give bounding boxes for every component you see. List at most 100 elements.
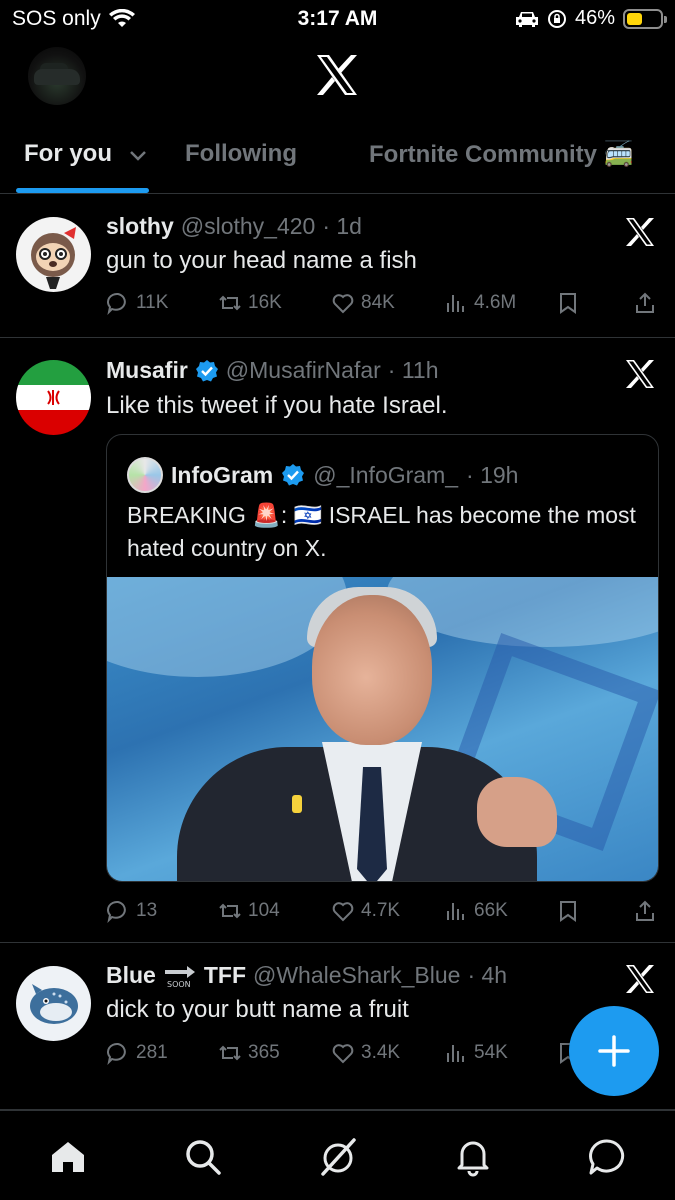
iran-flag-avatar-image	[16, 360, 91, 435]
view-count: 4.6M	[474, 292, 517, 313]
share-icon[interactable]	[633, 899, 657, 923]
active-tab-indicator	[16, 188, 149, 193]
analytics-icon	[447, 295, 464, 312]
avatar[interactable]	[16, 217, 91, 292]
tab-for-you[interactable]: For you	[24, 140, 149, 168]
like-button[interactable]: 84K	[331, 291, 395, 315]
like-button[interactable]: 4.7K	[331, 899, 400, 923]
grok-x-icon[interactable]	[625, 964, 655, 994]
svg-text:SOON: SOON	[167, 980, 191, 988]
post-header: Musafir @MusafirNafar · 11h	[106, 357, 439, 384]
compose-button[interactable]	[569, 1006, 659, 1096]
profile-avatar[interactable]	[28, 47, 86, 105]
car-icon	[515, 11, 538, 27]
sloth-avatar-image	[31, 227, 76, 289]
views-button[interactable]: 54K	[444, 1041, 508, 1065]
analytics-icon	[447, 903, 464, 920]
repost-button[interactable]: 365	[218, 1041, 280, 1065]
reply-button[interactable]: 11K	[106, 291, 168, 315]
view-count: 66K	[474, 900, 508, 921]
battery-icon	[623, 8, 667, 29]
tab-following[interactable]: Following	[185, 140, 297, 168]
post-time: · 1d	[322, 213, 362, 239]
avatar[interactable]	[16, 966, 91, 1041]
post-actions: 13 104 4.7K 66K	[106, 899, 658, 929]
tab-fortnite-community[interactable]: Fortnite Community 🚎	[369, 140, 634, 169]
grok-icon[interactable]	[318, 1137, 358, 1177]
author-name[interactable]: slothy	[106, 213, 174, 240]
post-header: Blue SOON TFF @WhaleShark_Blue · 4h	[106, 962, 507, 989]
photo-hand	[477, 777, 557, 847]
post-actions: 11K 16K 84K 4.6M	[106, 291, 658, 321]
view-count: 54K	[474, 1042, 508, 1063]
bookmark-icon[interactable]	[556, 291, 580, 315]
heart-icon	[332, 902, 354, 922]
quote-header: InfoGram @_InfoGram_ · 19h	[127, 457, 518, 493]
author-handle[interactable]: @slothy_420	[181, 213, 316, 240]
post-time: · 4h	[467, 962, 508, 988]
like-count: 4.7K	[361, 900, 401, 921]
quote-text: BREAKING 🚨: 🇮🇱 ISRAEL has become the mos…	[127, 502, 636, 561]
verified-badge-icon	[282, 464, 305, 486]
search-icon[interactable]	[183, 1137, 223, 1177]
soon-arrow-emoji-icon: SOON	[164, 965, 195, 988]
repost-icon	[219, 1045, 241, 1061]
orientation-lock-icon	[547, 9, 566, 28]
grok-x-icon[interactable]	[625, 217, 655, 247]
grok-x-icon[interactable]	[625, 359, 655, 389]
battery-fill	[627, 12, 642, 25]
analytics-icon	[447, 1045, 464, 1062]
author-name[interactable]: Musafir	[106, 357, 188, 384]
author-name[interactable]: Blue	[106, 962, 156, 989]
share-icon[interactable]	[633, 291, 657, 315]
reply-icon	[107, 900, 126, 923]
plus-icon	[598, 1035, 630, 1067]
author-handle[interactable]: @WhaleShark_Blue	[253, 962, 460, 989]
photo-face	[312, 595, 432, 745]
post-text: gun to your head name a fish	[106, 247, 417, 274]
post-slothy[interactable]: slothy @slothy_420 · 1d gun to your head…	[0, 195, 675, 338]
like-count: 3.4K	[361, 1042, 401, 1063]
like-button[interactable]: 3.4K	[331, 1041, 400, 1065]
reply-count: 11K	[136, 292, 169, 313]
home-icon[interactable]	[48, 1137, 88, 1177]
author-handle[interactable]: @MusafirNafar	[226, 357, 381, 384]
reply-icon	[107, 292, 126, 315]
x-logo-icon[interactable]	[315, 54, 359, 96]
quote-author-name[interactable]: InfoGram	[171, 462, 273, 489]
quote-photo[interactable]	[107, 577, 658, 881]
quoted-post[interactable]: InfoGram @_InfoGram_ · 19h BREAKING 🚨: 🇮…	[106, 434, 659, 882]
repost-count: 16K	[248, 292, 282, 313]
views-button[interactable]: 4.6M	[444, 291, 516, 315]
avatar[interactable]	[16, 360, 91, 435]
quote-avatar[interactable]	[127, 457, 163, 493]
reply-count: 13	[136, 900, 158, 921]
post-text: Like this tweet if you hate Israel.	[106, 392, 448, 419]
repost-count: 365	[248, 1042, 280, 1063]
bookmark-icon[interactable]	[556, 899, 580, 923]
author-name-suffix[interactable]: TFF	[204, 962, 246, 989]
repost-button[interactable]: 104	[218, 899, 280, 923]
repost-icon	[219, 903, 241, 919]
battery-percent: 46%	[574, 7, 615, 29]
verified-badge-icon	[195, 359, 218, 381]
reply-button[interactable]: 281	[106, 1041, 168, 1065]
avatar-car-body	[34, 69, 80, 85]
post-musafir[interactable]: Musafir @MusafirNafar · 11h Like this tw…	[0, 339, 675, 943]
timeline-tabs: For you Following Fortnite Community 🚎	[0, 126, 675, 194]
notifications-bell-icon[interactable]	[453, 1137, 493, 1177]
reply-count: 281	[136, 1042, 168, 1063]
post-blue[interactable]: Blue SOON TFF @WhaleShark_Blue · 4h dick…	[0, 944, 675, 1110]
repost-button[interactable]: 16K	[218, 291, 282, 315]
whale-shark-avatar-image	[30, 984, 78, 1024]
reply-button[interactable]: 13	[106, 899, 157, 923]
tab-for-you-label: For you	[24, 140, 112, 167]
repost-count: 104	[248, 900, 280, 921]
heart-icon	[332, 294, 354, 314]
views-button[interactable]: 66K	[444, 899, 508, 923]
reply-icon	[107, 1042, 126, 1065]
post-header: slothy @slothy_420 · 1d	[106, 213, 362, 240]
status-right-group: 46%	[515, 7, 667, 30]
quote-author-handle[interactable]: @_InfoGram_	[313, 462, 458, 489]
messages-icon[interactable]	[587, 1137, 627, 1177]
